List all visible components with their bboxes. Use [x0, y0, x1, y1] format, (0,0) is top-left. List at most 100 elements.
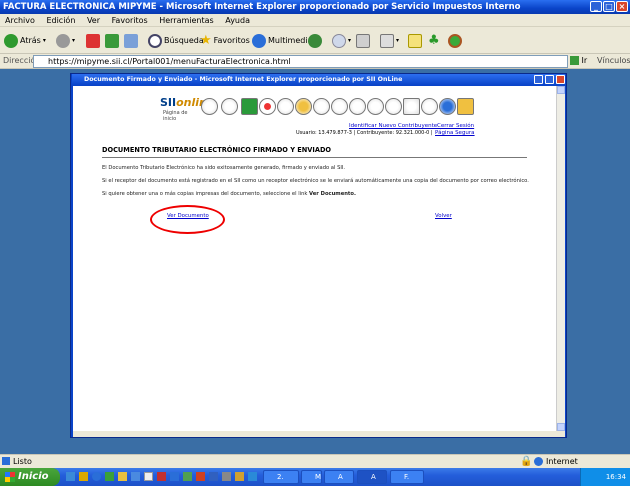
- quicklaunch-icon[interactable]: [118, 472, 127, 481]
- taskbar-button[interactable]: F.: [390, 470, 424, 484]
- nav-badge-icon[interactable]: [403, 98, 420, 115]
- quicklaunch-icon[interactable]: [222, 472, 231, 481]
- scroll-down-arrow[interactable]: [557, 423, 565, 431]
- minimize-button[interactable]: _: [590, 1, 602, 12]
- nav-badge-icon[interactable]: [439, 98, 456, 115]
- media-icon: [252, 33, 266, 48]
- favorites-button[interactable]: ★ Favoritos: [200, 32, 250, 49]
- taskbar-button[interactable]: M: [301, 470, 322, 484]
- menu-ver[interactable]: Ver: [87, 16, 100, 25]
- nav-badge-icon[interactable]: [295, 98, 312, 115]
- quicklaunch-icon[interactable]: [157, 472, 166, 481]
- research-button[interactable]: [448, 32, 462, 49]
- quicklaunch-icon[interactable]: [79, 472, 88, 481]
- star-icon: ★: [200, 33, 212, 48]
- edit-button[interactable]: ▾: [380, 32, 399, 49]
- maximize-button[interactable]: □: [603, 1, 615, 12]
- popup-status-bar: [73, 431, 565, 437]
- edit-icon: [380, 33, 394, 48]
- windows-logo-icon: [5, 472, 15, 482]
- refresh-button[interactable]: [105, 32, 119, 49]
- taskbar-button[interactable]: A: [324, 470, 354, 484]
- quicklaunch-icon[interactable]: [170, 472, 179, 481]
- nav-badge-icon[interactable]: [385, 98, 402, 115]
- quicklaunch-icon[interactable]: [144, 472, 153, 481]
- mail-icon: [332, 33, 346, 48]
- quicklaunch-icon[interactable]: [235, 472, 244, 481]
- nav-badge-icon[interactable]: [367, 98, 384, 115]
- zone-text: Internet: [546, 457, 578, 466]
- home-button[interactable]: [124, 32, 138, 49]
- messenger-button[interactable]: ♣: [428, 32, 440, 49]
- nav-badge-icon[interactable]: [221, 98, 238, 115]
- identify-contributor-link[interactable]: Identificar Nuevo Contribuyente: [349, 123, 437, 129]
- history-button[interactable]: [308, 32, 322, 49]
- popup-close-button[interactable]: [556, 75, 565, 84]
- quicklaunch-icon[interactable]: [248, 472, 257, 481]
- message-text: Si quiere obtener una o más copias impre…: [102, 191, 356, 197]
- taskbar-button-active[interactable]: A: [357, 470, 387, 484]
- quicklaunch-icon[interactable]: [209, 472, 218, 481]
- multimedia-button[interactable]: Multimedia: [252, 32, 312, 49]
- message-text: El Documento Tributario Electrónico ha s…: [102, 165, 346, 171]
- page-title: DOCUMENTO TRIBUTARIO ELECTRÓNICO FIRMADO…: [102, 146, 332, 154]
- start-button[interactable]: Inicio: [0, 468, 60, 486]
- nav-badge-icon[interactable]: [349, 98, 366, 115]
- taskbar-button[interactable]: 2.: [263, 470, 299, 484]
- sii-logo[interactable]: SIIonline Página de inicio: [160, 96, 214, 122]
- search-button[interactable]: Búsqueda: [148, 32, 204, 49]
- popup-scrollbar[interactable]: [556, 86, 565, 431]
- nav-badge-icon[interactable]: [241, 98, 258, 115]
- quicklaunch-icon[interactable]: [66, 472, 75, 481]
- popup-body: [73, 86, 556, 431]
- forward-arrow-icon: [56, 33, 70, 48]
- secure-page-link[interactable]: Página Segura: [435, 130, 475, 136]
- discuss-button[interactable]: [408, 32, 422, 49]
- alert-icon[interactable]: [259, 98, 276, 115]
- close-button[interactable]: ×: [616, 1, 628, 12]
- menu-bar: Archivo Edición Ver Favoritos Herramient…: [0, 14, 630, 27]
- quicklaunch-icon[interactable]: [92, 472, 101, 481]
- home-icon: [124, 33, 138, 48]
- go-button[interactable]: Ir: [570, 56, 587, 65]
- stop-icon: [86, 33, 100, 48]
- menu-edicion[interactable]: Edición: [46, 16, 75, 25]
- forward-button[interactable]: ▾: [56, 32, 75, 49]
- scroll-up-arrow[interactable]: [557, 86, 565, 94]
- links-label[interactable]: Vínculos: [597, 56, 630, 65]
- stop-button[interactable]: [86, 32, 100, 49]
- address-bar: Dirección https://mipyme.sii.cl/Portal00…: [0, 54, 630, 69]
- menu-archivo[interactable]: Archivo: [5, 16, 35, 25]
- lock-icon: 🔒: [520, 456, 533, 467]
- print-icon: [356, 33, 370, 48]
- nav-badge-icon[interactable]: [277, 98, 294, 115]
- back-link[interactable]: Volver: [435, 213, 452, 219]
- logout-link[interactable]: Cerrar Sesión: [437, 123, 474, 129]
- quicklaunch-icon[interactable]: [131, 472, 140, 481]
- clock[interactable]: 16:34: [606, 473, 626, 481]
- back-button[interactable]: Atrás ▾: [4, 32, 46, 49]
- chevron-down-icon: ▾: [42, 37, 46, 44]
- popup-maximize-button[interactable]: [545, 75, 554, 84]
- popup-minimize-button[interactable]: [534, 75, 543, 84]
- menu-ayuda[interactable]: Ayuda: [225, 16, 250, 25]
- nav-badge-icon[interactable]: [201, 98, 218, 115]
- nav-badge-icon[interactable]: [313, 98, 330, 115]
- nav-badge-icon[interactable]: [421, 98, 438, 115]
- quicklaunch-icon[interactable]: [183, 472, 192, 481]
- divider: [102, 157, 527, 158]
- message-text: Si el receptor del documento está regist…: [102, 178, 529, 184]
- menu-favoritos[interactable]: Favoritos: [112, 16, 148, 25]
- address-input[interactable]: https://mipyme.sii.cl/Portal001/menuFact…: [33, 55, 568, 68]
- menu-herramientas[interactable]: Herramientas: [159, 16, 214, 25]
- quicklaunch-icon[interactable]: [105, 472, 114, 481]
- chevron-down-icon: ▾: [348, 37, 352, 44]
- nav-badge-icon[interactable]: [457, 98, 474, 115]
- mail-button[interactable]: ▾: [332, 32, 351, 49]
- print-button[interactable]: [356, 32, 370, 49]
- nav-badge-icon[interactable]: [331, 98, 348, 115]
- quicklaunch-icon[interactable]: [196, 472, 205, 481]
- highlight-circle: [150, 205, 225, 234]
- refresh-icon: [105, 33, 119, 48]
- note-icon: [408, 33, 422, 48]
